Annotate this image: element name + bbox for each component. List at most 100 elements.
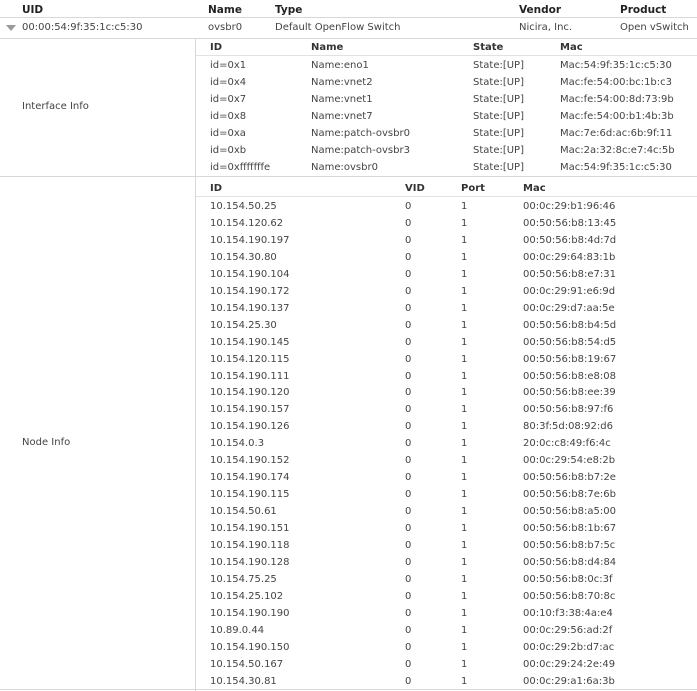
node-row-id: 10.154.25.102 <box>210 590 284 602</box>
node-row-vid: 0 <box>405 370 412 382</box>
node-row-port: 1 <box>461 217 468 229</box>
node-row-vid: 0 <box>405 675 412 687</box>
node-row-vid: 0 <box>405 201 412 212</box>
interface-row-state: State:[UP] <box>473 128 524 139</box>
node-row-port: 1 <box>461 489 468 501</box>
node-row-mac: 00:50:56:b8:97:f6 <box>523 404 614 416</box>
node-row-vid: 0 <box>405 590 412 602</box>
node-row-port: 1 <box>461 319 468 331</box>
node-row-port: 1 <box>461 421 468 433</box>
node-row-id: 10.154.30.80 <box>210 251 277 263</box>
interface-row-state: State:[UP] <box>473 145 524 156</box>
node-row-vid: 0 <box>405 336 412 348</box>
node-row-vid: 0 <box>405 438 412 450</box>
uid-column-header: UID <box>22 4 44 16</box>
switch-type: Default OpenFlow Switch <box>275 22 401 33</box>
node-row-mac: 00:0c:29:b1:96:46 <box>523 201 616 212</box>
node-row-port: 1 <box>461 573 468 585</box>
node-row-id: 10.154.190.197 <box>210 234 290 246</box>
node-row-mac: 00:50:56:b8:b4:5d <box>523 319 617 331</box>
node-row-vid: 0 <box>405 421 412 433</box>
node-row-port: 1 <box>461 336 468 348</box>
node-row-vid: 0 <box>405 455 412 467</box>
node-row-mac: 20:0c:c8:49:f6:4c <box>523 438 611 450</box>
name-column-header: Name <box>208 4 242 16</box>
node-row-vid: 0 <box>405 404 412 416</box>
node-row-id: 10.154.190.174 <box>210 472 290 484</box>
interface-row-state: State:[UP] <box>473 162 524 173</box>
interface-row-mac: Mac:54:9f:35:1c:c5:30 <box>560 162 672 173</box>
node-row-port: 1 <box>461 675 468 687</box>
node-row-id: 10.154.190.152 <box>210 455 290 467</box>
node-row-mac: 00:0c:29:a1:6a:3b <box>523 675 615 687</box>
node-row-id: 10.154.190.151 <box>210 523 290 535</box>
node-row-id: 10.154.190.104 <box>210 268 290 280</box>
node-row-vid: 0 <box>405 607 412 619</box>
interface-info-label: Interface Info <box>22 101 89 112</box>
switch-product: Open vSwitch <box>620 22 689 33</box>
node-row-vid: 0 <box>405 285 412 297</box>
interface-row-mac: Mac:2a:32:8c:e7:4c:5b <box>560 145 675 156</box>
interface-row-state: State:[UP] <box>473 94 524 105</box>
node-row-mac: 00:50:56:b8:4d:7d <box>523 234 617 246</box>
node-row-vid: 0 <box>405 556 412 568</box>
node-row-mac: 00:50:56:b8:13:45 <box>523 217 617 229</box>
interface-row-name: Name:vnet2 <box>311 77 373 88</box>
node-row-id: 10.154.120.62 <box>210 217 284 229</box>
node-row-port: 1 <box>461 506 468 518</box>
node-row-mac: 00:0c:29:91:e6:9d <box>523 285 616 297</box>
node-row-vid: 0 <box>405 506 412 518</box>
interface-row-state: State:[UP] <box>473 77 524 88</box>
interface-row-id: id=0x8 <box>210 111 247 122</box>
node-row-vid: 0 <box>405 658 412 670</box>
interface-mac-header: Mac <box>560 42 583 53</box>
node-row-vid: 0 <box>405 319 412 331</box>
node-row-mac: 00:50:56:b8:e8:08 <box>523 370 616 382</box>
node-row-port: 1 <box>461 268 468 280</box>
node-row-port: 1 <box>461 556 468 568</box>
node-row-vid: 0 <box>405 540 412 551</box>
node-row-port: 1 <box>461 353 468 365</box>
node-row-mac: 00:50:56:b8:e7:31 <box>523 268 616 280</box>
interface-row-state: State:[UP] <box>473 60 524 71</box>
node-row-vid: 0 <box>405 489 412 501</box>
interface-row-name: Name:eno1 <box>311 60 369 71</box>
interface-row-mac: Mac:7e:6d:ac:6b:9f:11 <box>560 128 673 139</box>
node-row-vid: 0 <box>405 217 412 229</box>
interface-row-name: Name:patch-ovsbr0 <box>311 128 410 139</box>
node-row-port: 1 <box>461 285 468 297</box>
node-row-id: 10.154.190.120 <box>210 387 290 399</box>
node-row-port: 1 <box>461 624 468 636</box>
interface-row-mac: Mac:fe:54:00:b1:4b:3b <box>560 111 674 122</box>
vendor-column-header: Vendor <box>519 4 562 16</box>
node-row-vid: 0 <box>405 302 412 314</box>
node-row-port: 1 <box>461 201 468 212</box>
node-id-header: ID <box>210 183 223 194</box>
interface-state-header: State <box>473 42 504 53</box>
node-mac-header: Mac <box>523 183 546 194</box>
node-row-vid: 0 <box>405 624 412 636</box>
node-row-mac: 00:0c:29:d7:aa:5e <box>523 302 615 314</box>
interface-name-header: Name <box>311 42 344 53</box>
interface-row-id: id=0xa <box>210 128 246 139</box>
node-row-id: 10.154.190.111 <box>210 370 290 382</box>
interface-row-id: id=0x7 <box>210 94 247 105</box>
expand-collapse-icon[interactable] <box>6 25 16 31</box>
node-row-mac: 00:50:56:b8:70:8c <box>523 590 616 602</box>
node-row-port: 1 <box>461 590 468 602</box>
node-row-port: 1 <box>461 251 468 263</box>
node-row-mac: 00:50:56:b8:a5:00 <box>523 506 616 518</box>
node-row-id: 10.89.0.44 <box>210 624 265 636</box>
node-row-id: 10.154.190.172 <box>210 285 290 297</box>
node-row-mac: 00:50:56:b8:19:67 <box>523 353 617 365</box>
node-row-vid: 0 <box>405 251 412 263</box>
node-row-vid: 0 <box>405 353 412 365</box>
node-row-id: 10.154.50.167 <box>210 658 284 670</box>
interface-row-name: Name:vnet1 <box>311 94 373 105</box>
node-row-id: 10.154.50.25 <box>210 201 277 212</box>
node-row-mac: 00:0c:29:56:ad:2f <box>523 624 613 636</box>
node-row-mac: 00:0c:29:24:2e:49 <box>523 658 616 670</box>
node-row-id: 10.154.25.30 <box>210 319 277 331</box>
interface-id-header: ID <box>210 42 223 53</box>
node-row-id: 10.154.190.128 <box>210 556 290 568</box>
